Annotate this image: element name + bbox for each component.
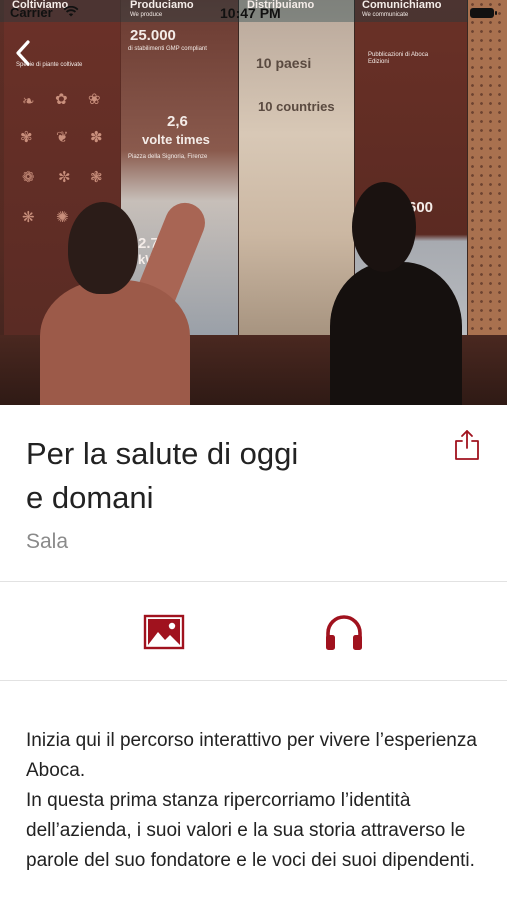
headphones-icon [326, 615, 362, 650]
page-subtitle: Sala [26, 530, 69, 553]
plants-caption: di stabilimenti GMP compliant [128, 46, 207, 52]
plant-icon: ✺ [56, 209, 69, 226]
image-icon [143, 614, 185, 650]
plant-icon: ✽ [90, 129, 103, 146]
page-title: Per la salute di oggi e domani [26, 436, 299, 515]
plant-icon: ❋ [22, 209, 35, 226]
back-button[interactable] [10, 36, 38, 70]
title-block: Per la salute di oggi e domani Sala [26, 432, 426, 554]
description-paragraph: In questa prima stanza ripercorriamo l’i… [26, 790, 475, 871]
times-label: volte times [142, 132, 210, 147]
times-value: 2,6 [167, 113, 188, 130]
status-bar: Carrier 10:47 PM [0, 0, 507, 22]
carrier-label: Carrier [10, 5, 53, 20]
battery-icon [470, 8, 497, 18]
share-button[interactable] [453, 428, 481, 462]
gallery-button[interactable] [142, 610, 186, 654]
plants-count: 25.000 [130, 27, 176, 44]
visitor-left-head [68, 202, 138, 294]
publications-text: Pubblicazioni di Aboca Edizioni [368, 52, 429, 65]
visitor-right-head [352, 182, 416, 272]
plant-icon: ✾ [20, 129, 33, 146]
chevron-left-icon [16, 40, 30, 66]
visitor-right [330, 262, 462, 405]
divider [0, 581, 507, 582]
description-paragraph: Inizia qui il percorso interattivo per v… [26, 730, 477, 781]
wifi-icon [63, 6, 79, 17]
description: Inizia qui il percorso interattivo per v… [26, 726, 496, 876]
countries-text-it: 10 paesi [256, 55, 312, 71]
plant-icon: ❁ [22, 169, 35, 186]
plant-icon: ❀ [88, 91, 101, 108]
hero-photo: Coltiviamo Produciamo We produce Distrib… [0, 0, 507, 405]
share-icon [455, 430, 479, 460]
plant-icon: ❃ [90, 169, 103, 186]
countries-text-en: 10 countries [258, 99, 335, 114]
display-panel-distribute [239, 0, 354, 335]
visitor-left [40, 280, 190, 405]
plant-icon: ❦ [56, 129, 69, 146]
audio-button[interactable] [322, 610, 366, 654]
plant-icon: ✿ [55, 91, 68, 108]
plant-icon: ❧ [22, 93, 35, 110]
plant-icon: ✼ [58, 169, 71, 186]
status-time: 10:47 PM [220, 5, 281, 21]
location-text: Piazza della Signoria, Firenze [128, 154, 208, 160]
divider [0, 680, 507, 681]
